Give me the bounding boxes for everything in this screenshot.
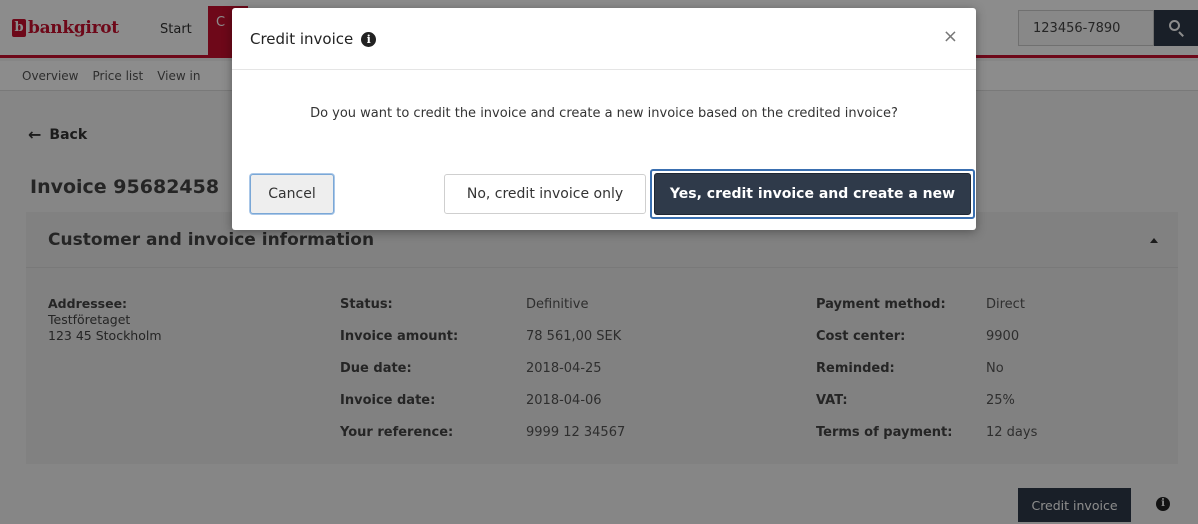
modal-title: Credit invoice i <box>250 30 377 48</box>
cancel-button[interactable]: Cancel <box>250 174 334 214</box>
credit-invoice-modal: Credit invoice i × Do you want to credit… <box>232 8 976 230</box>
credit-and-create-button[interactable]: Yes, credit invoice and create a new <box>654 173 971 215</box>
info-icon[interactable]: i <box>361 31 377 47</box>
modal-title-text: Credit invoice <box>250 30 354 48</box>
credit-only-button[interactable]: No, credit invoice only <box>444 174 646 214</box>
close-icon[interactable]: × <box>943 28 958 46</box>
modal-message: Do you want to credit the invoice and cr… <box>310 106 898 121</box>
modal-header: Credit invoice i × <box>232 8 976 70</box>
